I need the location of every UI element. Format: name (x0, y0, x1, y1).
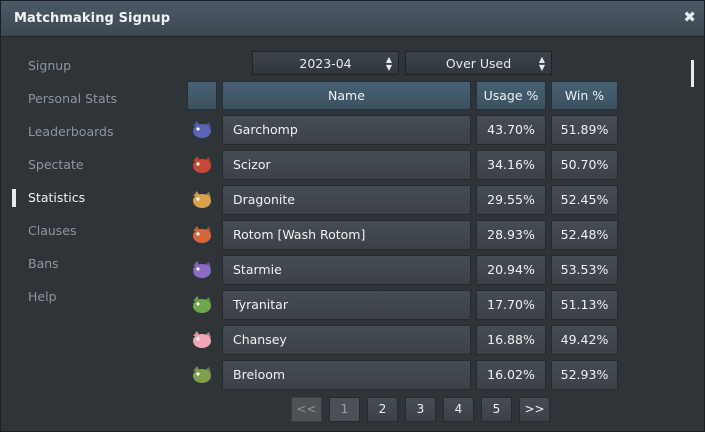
column-header-usage[interactable]: Usage % (476, 81, 546, 110)
sidebar-item-clauses[interactable]: Clauses (1, 214, 181, 247)
title-bar: Matchmaking Signup ✖ (1, 1, 704, 37)
tyranitar-sprite-icon (187, 293, 217, 317)
sidebar-item-bans[interactable]: Bans (1, 247, 181, 280)
pokemon-name-cell[interactable]: Breloom (222, 360, 471, 390)
sidebar-item-label: Personal Stats (28, 91, 118, 106)
column-header-win[interactable]: Win % (551, 81, 618, 110)
pokemon-name-cell[interactable]: Chansey (222, 325, 471, 355)
pokemon-name-cell[interactable]: Scizor (222, 150, 471, 180)
table-row[interactable]: Dragonite 29.55% 52.45% (187, 184, 619, 216)
win-rate-cell: 52.48% (551, 220, 618, 250)
win-rate-cell: 52.45% (551, 185, 618, 215)
sidebar-item-signup[interactable]: Signup (1, 49, 181, 82)
sidebar-item-label: Signup (28, 58, 72, 73)
win-rate-cell: 52.93% (551, 360, 618, 390)
pokemon-name-cell[interactable]: Tyranitar (222, 290, 471, 320)
pokemon-name-cell[interactable]: Starmie (222, 255, 471, 285)
sidebar-item-help[interactable]: Help (1, 280, 181, 313)
win-rate-cell: 51.13% (551, 290, 618, 320)
tier-select[interactable]: Over Used ▲ ▼ (405, 51, 552, 75)
month-select[interactable]: 2023-04 ▲ ▼ (252, 51, 399, 75)
month-select-value: 2023-04 (299, 56, 352, 71)
dragonite-sprite-icon (187, 188, 217, 212)
column-header-icon[interactable] (187, 81, 217, 110)
pagination-page-1[interactable]: 1 (329, 397, 360, 422)
usage-cell: 34.16% (476, 150, 546, 180)
scizor-sprite-icon (187, 153, 217, 177)
window-title: Matchmaking Signup (14, 11, 171, 26)
usage-cell: 16.02% (476, 360, 546, 390)
pokemon-name-cell[interactable]: Dragonite (222, 185, 471, 215)
sidebar-item-personal-stats[interactable]: Personal Stats (1, 82, 181, 115)
sidebar-item-label: Statistics (28, 190, 86, 205)
garchomp-sprite-icon (187, 118, 217, 142)
pagination-page-2[interactable]: 2 (367, 397, 398, 422)
pagination-page-3[interactable]: 3 (405, 397, 436, 422)
updown-arrows-icon: ▲ ▼ (385, 55, 392, 72)
sidebar-item-label: Spectate (28, 157, 84, 172)
table-row[interactable]: Scizor 34.16% 50.70% (187, 149, 619, 181)
column-header-label: Name (328, 88, 365, 103)
pokemon-name-cell[interactable]: Garchomp (222, 115, 471, 145)
sidebar-item-label: Leaderboards (28, 124, 114, 139)
column-header-label: Usage % (483, 88, 539, 103)
sidebar-item-spectate[interactable]: Spectate (1, 148, 181, 181)
column-header-label: Win % (564, 88, 605, 103)
chansey-sprite-icon (187, 328, 217, 352)
pagination-next-button[interactable]: >> (519, 397, 550, 422)
win-rate-cell: 53.53% (551, 255, 618, 285)
sidebar-item-label: Bans (28, 256, 59, 271)
pagination-page-4[interactable]: 4 (443, 397, 474, 422)
scrollbar-thumb[interactable] (691, 60, 694, 87)
pagination-page-5[interactable]: 5 (481, 397, 512, 422)
usage-cell: 16.88% (476, 325, 546, 355)
close-icon[interactable]: ✖ (683, 8, 696, 26)
usage-cell: 17.70% (476, 290, 546, 320)
usage-cell: 28.93% (476, 220, 546, 250)
breloom-sprite-icon (187, 363, 217, 387)
sidebar-item-label: Clauses (28, 223, 77, 238)
table-row[interactable]: Chansey 16.88% 49.42% (187, 324, 619, 356)
sidebar-item-statistics[interactable]: Statistics (1, 181, 181, 214)
usage-cell: 20.94% (476, 255, 546, 285)
sidebar-item-leaderboards[interactable]: Leaderboards (1, 115, 181, 148)
table-row[interactable]: Breloom 16.02% 52.93% (187, 359, 619, 391)
table-row[interactable]: Garchomp 43.70% 51.89% (187, 114, 619, 146)
table-row[interactable]: Starmie 20.94% 53.53% (187, 254, 619, 286)
usage-cell: 29.55% (476, 185, 546, 215)
win-rate-cell: 49.42% (551, 325, 618, 355)
pokemon-name-cell[interactable]: Rotom [Wash Rotom] (222, 220, 471, 250)
win-rate-cell: 51.89% (551, 115, 618, 145)
table-row[interactable]: Tyranitar 17.70% 51.13% (187, 289, 619, 321)
matchmaking-window: Matchmaking Signup ✖ Signup Personal Sta… (0, 0, 705, 432)
table-row[interactable]: Rotom [Wash Rotom] 28.93% 52.48% (187, 219, 619, 251)
updown-arrows-icon: ▲ ▼ (538, 55, 545, 72)
starmie-sprite-icon (187, 258, 217, 282)
rotom-wash-sprite-icon (187, 223, 217, 247)
sidebar-item-label: Help (28, 289, 57, 304)
pagination-prev-button[interactable]: << (291, 397, 322, 422)
usage-cell: 43.70% (476, 115, 546, 145)
column-header-name[interactable]: Name (222, 81, 471, 110)
sidebar-nav: Signup Personal Stats Leaderboards Spect… (1, 49, 181, 313)
tier-select-value: Over Used (445, 56, 512, 71)
win-rate-cell: 50.70% (551, 150, 618, 180)
